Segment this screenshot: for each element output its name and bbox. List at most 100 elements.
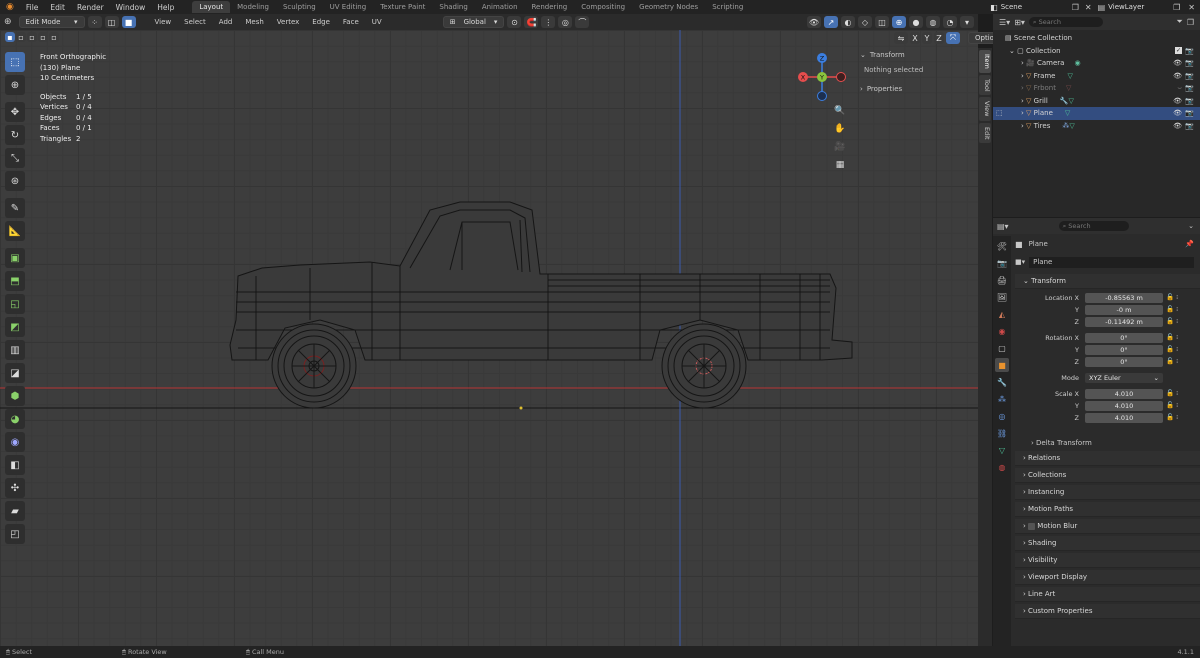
output-properties-icon[interactable]: 🖨 <box>995 273 1009 287</box>
select-subtract-icon[interactable]: ▫ <box>27 32 37 42</box>
gizmo-neg-z-handle[interactable] <box>817 91 827 101</box>
select-new-icon[interactable]: ▪ <box>5 32 15 42</box>
tree-row-camera[interactable]: › 🎥 Camera ◉ 👁 📷 <box>993 57 1200 70</box>
panel-motion-blur[interactable]: › Motion Blur <box>1015 519 1200 534</box>
lock-icon[interactable]: 🔓 ⁝ <box>1166 413 1192 425</box>
eye-icon[interactable]: 👁 <box>1173 122 1182 130</box>
rotation-z-field[interactable]: 0° <box>1085 357 1163 367</box>
rotation-y-field[interactable]: 0° <box>1085 345 1163 355</box>
spin-tool-icon[interactable]: ◕ <box>5 409 25 429</box>
outliner-editor-icon[interactable]: ☰▾ <box>999 18 1010 27</box>
pivot-icon[interactable]: ⊙ <box>507 16 522 28</box>
copy-scene-icon[interactable]: ❐ <box>1069 3 1082 12</box>
tab-geometry-nodes[interactable]: Geometry Nodes <box>632 1 705 13</box>
eye-icon[interactable]: 👁 <box>1173 97 1182 105</box>
tree-row-frbont[interactable]: › ▽ Frbont ▽ ⌣ 📷 <box>993 82 1200 95</box>
navigation-gizmo[interactable]: Z X Y <box>792 50 852 106</box>
delete-scene-icon[interactable]: ✕ <box>1082 3 1095 12</box>
vertex-select-icon[interactable]: ⁘ <box>87 16 102 28</box>
particles-properties-icon[interactable]: ⁂ <box>995 392 1009 406</box>
new-collection-icon[interactable]: ❐ <box>1187 18 1200 27</box>
render-camera-icon[interactable]: 📷 <box>1185 84 1194 92</box>
location-y-field[interactable]: -0 m <box>1085 305 1163 315</box>
object-name-field[interactable]: Plane <box>1029 256 1194 268</box>
motion-blur-checkbox[interactable] <box>1028 522 1036 530</box>
tab-edit[interactable]: Edit <box>979 122 991 144</box>
menu-face[interactable]: Face <box>338 17 364 27</box>
view-layer-icon[interactable]: ▤ <box>1095 3 1109 12</box>
render-properties-icon[interactable]: 📷 <box>995 256 1009 270</box>
lock-icon[interactable]: 🔓 ⁝ <box>1166 333 1192 345</box>
tab-shading[interactable]: Shading <box>432 1 474 13</box>
xray-icon[interactable]: ◫ <box>875 16 889 28</box>
poly-build-tool-icon[interactable]: ⬢ <box>5 386 25 406</box>
eye-hidden-icon[interactable]: ⌣ <box>1177 84 1182 93</box>
lock-icon[interactable]: 🔓 ⁝ <box>1166 317 1192 333</box>
object-properties-icon[interactable]: ■ <box>995 358 1009 372</box>
edge-slide-tool-icon[interactable]: ◧ <box>5 455 25 475</box>
modifier-properties-icon[interactable]: 🔧 <box>995 375 1009 389</box>
menu-vertex[interactable]: Vertex <box>272 17 305 27</box>
edge-select-icon[interactable]: ◫ <box>104 16 119 28</box>
scene-properties-icon[interactable]: ◭ <box>995 307 1009 321</box>
tab-animation[interactable]: Animation <box>475 1 525 13</box>
scale-tool-icon[interactable]: ⤡ <box>5 148 25 168</box>
rip-tool-icon[interactable]: ◰ <box>5 524 25 544</box>
panel-viewport-display[interactable]: › Viewport Display <box>1015 570 1200 585</box>
menu-edge[interactable]: Edge <box>307 17 335 27</box>
physics-properties-icon[interactable]: ◎ <box>995 409 1009 423</box>
menu-select[interactable]: Select <box>179 17 211 27</box>
eye-icon[interactable]: 👁 <box>1173 59 1182 67</box>
rendered-shading-icon[interactable]: ◔ <box>943 16 957 28</box>
pin-icon[interactable]: 📌 <box>1185 240 1200 248</box>
visibility-icon[interactable]: 👁 <box>807 16 821 28</box>
collection-properties-icon[interactable]: ▢ <box>995 341 1009 355</box>
panel-shading[interactable]: › Shading <box>1015 536 1200 551</box>
lock-icon[interactable]: 🔓 ⁝ <box>1166 305 1192 317</box>
menu-view[interactable]: View <box>150 17 177 27</box>
cursor-tool-icon[interactable]: ⊕ <box>5 75 25 95</box>
annotate-tool-icon[interactable]: ✎ <box>5 198 25 218</box>
tab-rendering[interactable]: Rendering <box>525 1 575 13</box>
filter-icon[interactable]: ⏷ <box>1176 17 1182 27</box>
3d-viewport[interactable]: Z X Y 🔍 ✋ 🎥 ▦ <box>0 30 978 646</box>
tab-view[interactable]: View <box>979 97 991 121</box>
tab-scripting[interactable]: Scripting <box>705 1 750 13</box>
tab-texture-paint[interactable]: Texture Paint <box>373 1 432 13</box>
outliner-search-field[interactable]: ⌕ Search <box>1028 17 1103 27</box>
scale-x-field[interactable]: 4.010 <box>1085 389 1163 399</box>
tree-row-plane[interactable]: ⬚ › ▽ Plane ▽ 👁 📷 <box>993 107 1200 120</box>
edit-mode-icon[interactable]: ⬚ <box>996 109 1003 117</box>
mesh-edit-overlay-icon[interactable]: ◇ <box>858 16 872 28</box>
tab-compositing[interactable]: Compositing <box>574 1 632 13</box>
delta-transform-header[interactable]: › Delta Transform <box>1015 435 1200 451</box>
inset-tool-icon[interactable]: ◱ <box>5 294 25 314</box>
panel-relations[interactable]: › Relations <box>1015 451 1200 466</box>
overlay-icon[interactable]: ◐ <box>841 16 855 28</box>
select-extend-icon[interactable]: ▫ <box>16 32 26 42</box>
add-cube-tool-icon[interactable]: ▣ <box>5 248 25 268</box>
view-layer-properties-icon[interactable]: 🖼 <box>995 290 1009 304</box>
render-camera-icon[interactable]: 📷 <box>1185 72 1194 80</box>
solid-shading-icon[interactable]: ● <box>909 16 923 28</box>
render-camera-icon[interactable]: 📷 <box>1185 97 1194 105</box>
menu-uv[interactable]: UV <box>367 17 387 27</box>
render-camera-icon[interactable]: 📷 <box>1185 122 1194 130</box>
view-layer-name[interactable]: ViewLayer <box>1108 3 1170 11</box>
rotate-tool-icon[interactable]: ↻ <box>5 125 25 145</box>
panel-custom-properties[interactable]: › Custom Properties <box>1015 604 1200 619</box>
menu-window[interactable]: Window <box>110 3 152 12</box>
rotation-mode-dropdown[interactable]: XYZ Euler ⌄ <box>1085 373 1163 383</box>
menu-edit[interactable]: Edit <box>44 3 71 12</box>
display-mode-icon[interactable]: ⊞▾ <box>1014 18 1025 27</box>
menu-file[interactable]: File <box>20 3 45 12</box>
material-properties-icon[interactable]: ◍ <box>995 460 1009 474</box>
orientation-dropdown[interactable]: ⊞ Global ▾ <box>442 16 505 28</box>
gizmo-neg-x-handle[interactable] <box>836 72 846 82</box>
n-panel-properties-header[interactable]: › Properties <box>860 82 976 96</box>
knife-tool-icon[interactable]: ◪ <box>5 363 25 383</box>
axis-x-toggle[interactable]: X <box>910 32 920 44</box>
lock-icon[interactable]: 🔓 ⁝ <box>1166 345 1192 357</box>
menu-mesh[interactable]: Mesh <box>240 17 268 27</box>
data-properties-icon[interactable]: ▽ <box>995 443 1009 457</box>
